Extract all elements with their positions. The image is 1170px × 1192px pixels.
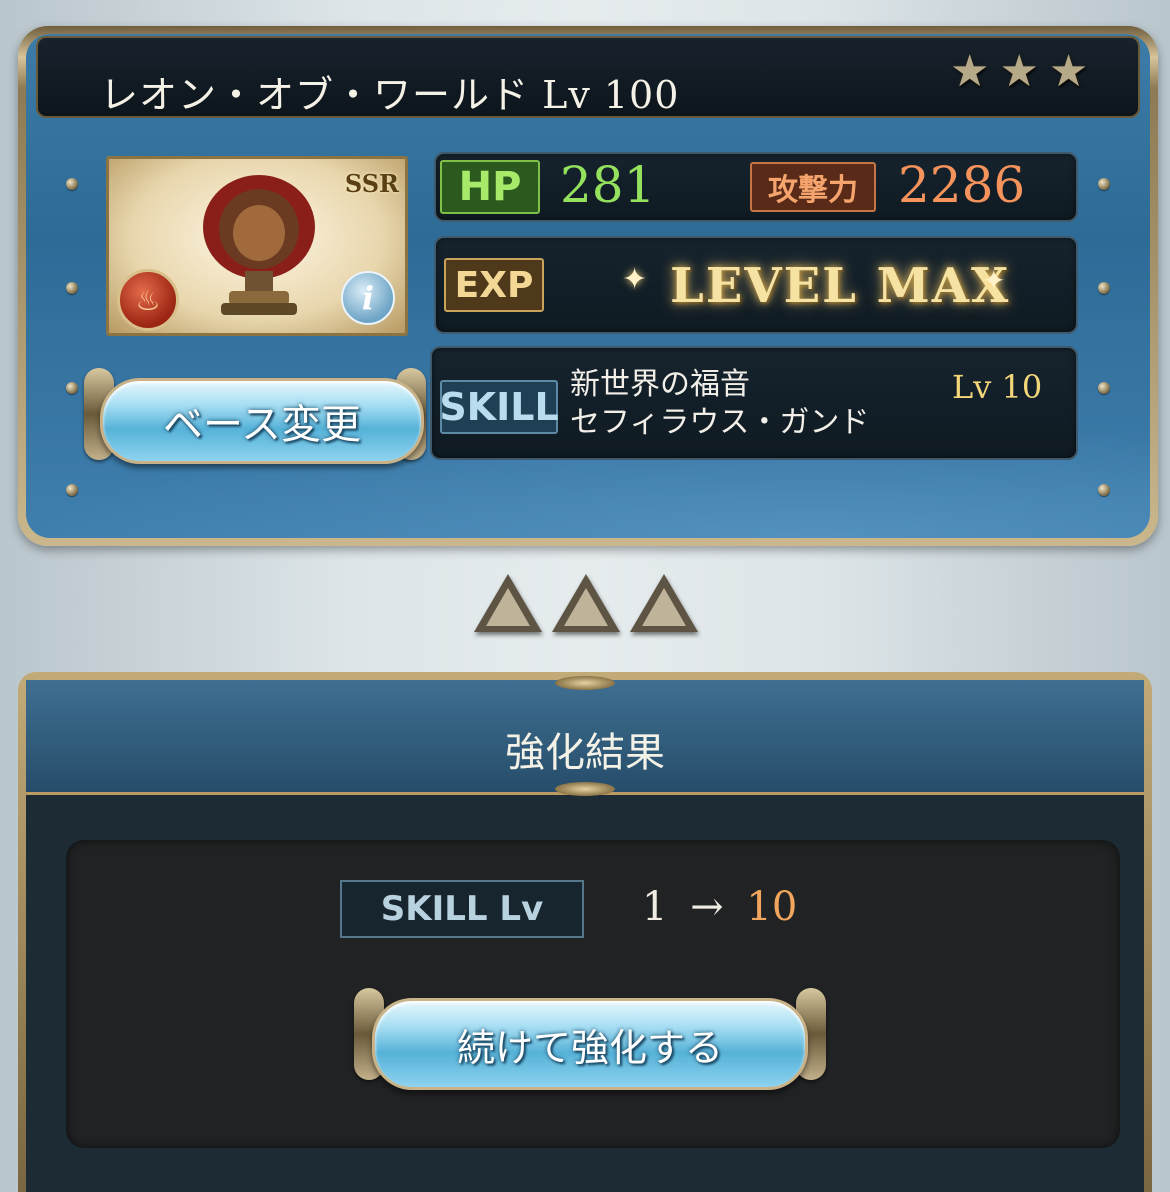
fire-element-icon: ♨	[117, 269, 179, 331]
exp-row: EXP LEVEL MAX ✦ ✦	[434, 236, 1078, 334]
hp-atk-row: HP 281 攻撃力 2286	[434, 152, 1078, 222]
character-portrait[interactable]: SSR ♨ i	[106, 156, 408, 336]
ornament-icon	[555, 676, 615, 690]
pyramid-icon	[552, 574, 620, 632]
rivet-icon	[1098, 484, 1110, 496]
star-icon: ★	[950, 46, 990, 97]
arrow-icon: →	[690, 884, 724, 930]
result-content: SKILL Lv 1 → 10 続けて強化する	[66, 840, 1120, 1148]
attack-label: 攻撃力	[750, 162, 876, 212]
rivet-icon	[66, 484, 78, 496]
level-from: 1	[642, 884, 668, 930]
lion-figure-icon	[203, 175, 315, 315]
result-panel-body: 強化結果 SKILL Lv 1 → 10 続けて強化する	[26, 676, 1144, 1192]
skill-name-line2: セフィラウス・ガンド	[570, 405, 870, 440]
result-header: 強化結果	[26, 676, 1144, 796]
rivet-icon	[66, 282, 78, 294]
exp-label: EXP	[444, 258, 544, 312]
ssr-badge: SSR	[344, 169, 399, 198]
level-to: 10	[746, 884, 798, 930]
info-icon[interactable]: i	[341, 271, 395, 325]
rivet-icon	[1098, 282, 1110, 294]
skill-level: Lv 10	[952, 368, 1043, 406]
change-base-label: ベース変更	[163, 402, 361, 448]
pyramid-icon	[630, 574, 698, 632]
character-card: レオン・オブ・ワールド Lv 100 ★ ★ ★ SSR ♨ i HP 281 …	[18, 26, 1158, 546]
skill-name-line1: 新世界の福音	[570, 367, 750, 402]
character-title-bar: レオン・オブ・ワールド Lv 100 ★ ★ ★	[36, 36, 1140, 118]
upgrade-result-panel: 強化結果 SKILL Lv 1 → 10 続けて強化する	[18, 672, 1152, 1192]
ornament-icon	[555, 782, 615, 796]
skill-level-change: 1 → 10	[642, 884, 797, 930]
level-max-text: LEVEL MAX	[670, 258, 1011, 314]
separator-ornament	[474, 574, 698, 632]
pyramid-icon	[474, 574, 542, 632]
rivet-icon	[66, 382, 78, 394]
hp-label: HP	[440, 160, 540, 214]
result-title: 強化結果	[505, 730, 665, 776]
skill-lv-label: SKILL Lv	[340, 880, 584, 938]
continue-upgrade-button[interactable]: 続けて強化する	[372, 998, 808, 1090]
sparkle-icon: ✦	[622, 262, 648, 297]
character-name-level: レオン・オブ・ワールド Lv 100	[100, 73, 680, 117]
star-icon: ★	[999, 46, 1039, 97]
rivet-icon	[1098, 178, 1110, 190]
attack-value: 2286	[898, 156, 1026, 214]
star-icon: ★	[1048, 46, 1089, 97]
skill-row: SKILL 新世界の福音 セフィラウス・ガンド Lv 10	[430, 346, 1078, 460]
change-base-button[interactable]: ベース変更	[100, 378, 424, 464]
hp-value: 281	[560, 156, 656, 214]
rivet-icon	[1098, 382, 1110, 394]
rarity-stars: ★ ★ ★	[950, 50, 1088, 94]
continue-upgrade-label: 続けて強化する	[456, 1025, 723, 1070]
skill-label: SKILL	[439, 380, 559, 434]
rivet-icon	[66, 178, 78, 190]
sparkle-icon: ✦	[982, 264, 1006, 297]
